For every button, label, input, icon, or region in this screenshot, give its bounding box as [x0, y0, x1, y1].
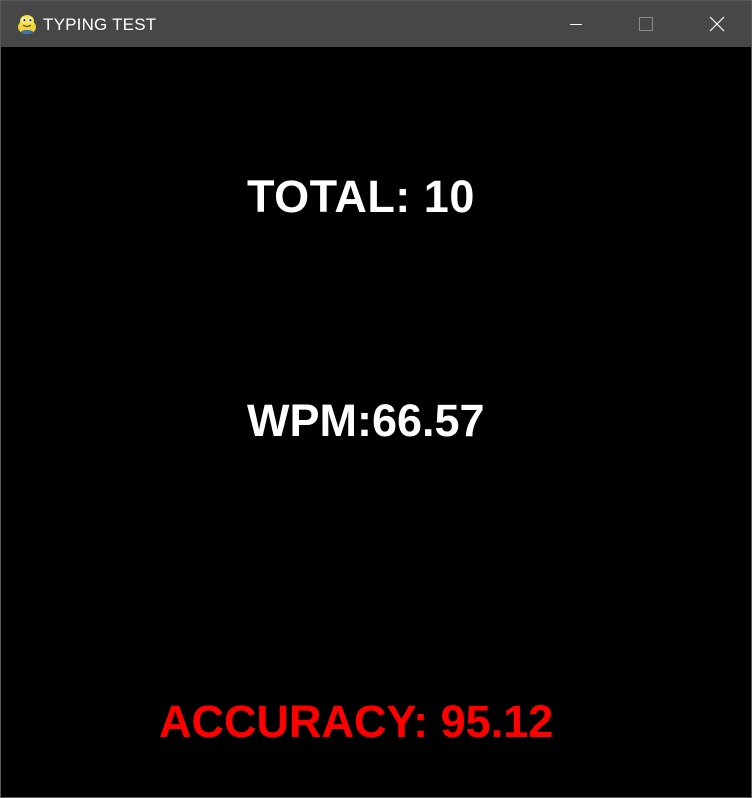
maximize-button[interactable] — [611, 1, 681, 47]
maximize-icon — [639, 17, 653, 31]
accuracy-text: ACCURACY: 95.12 — [159, 696, 554, 747]
minimize-button[interactable] — [541, 1, 611, 47]
wpm-text: WPM:66.57 — [247, 395, 485, 446]
title-bar[interactable]: TYPING TEST — [1, 1, 751, 47]
app-window: TYPING TEST TOTAL: 10 WPM:66.57 ACCURACY… — [0, 0, 752, 798]
total-text: TOTAL: 10 — [247, 171, 475, 222]
results-canvas: TOTAL: 10 WPM:66.57 ACCURACY: 95.12 — [1, 47, 751, 797]
close-icon — [709, 16, 725, 32]
close-button[interactable] — [681, 1, 751, 47]
pygame-snake-icon — [15, 12, 39, 36]
minimize-icon — [570, 24, 582, 25]
window-title: TYPING TEST — [43, 15, 157, 34]
